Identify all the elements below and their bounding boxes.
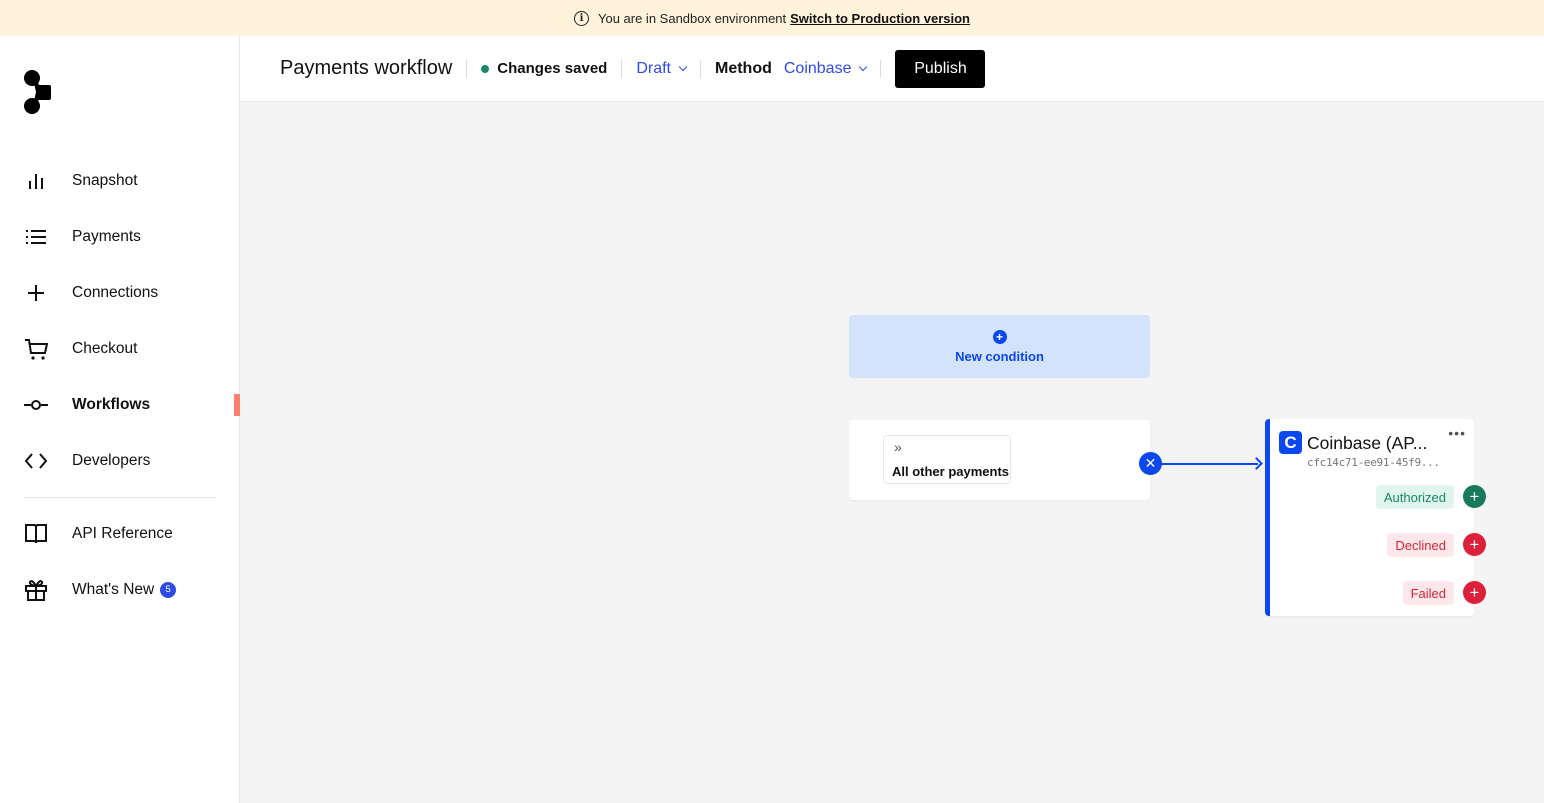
outcome-declined: Declined bbox=[1387, 533, 1454, 557]
version-dropdown[interactable]: Draft bbox=[636, 60, 688, 78]
book-icon bbox=[24, 522, 48, 546]
method-dropdown[interactable]: Coinbase bbox=[784, 60, 868, 78]
bar-chart-icon bbox=[24, 169, 48, 193]
status-dot-icon bbox=[481, 64, 490, 73]
chevron-down-icon bbox=[859, 62, 868, 71]
chevrons-right-icon: » bbox=[894, 439, 902, 455]
sidebar-item-checkout[interactable]: Checkout bbox=[0, 329, 240, 369]
divider bbox=[700, 59, 701, 78]
provider-id: cfc14c71-ee91-45f9... bbox=[1307, 456, 1440, 469]
condition-chip[interactable]: » All other payments bbox=[883, 435, 1011, 484]
workflow-icon bbox=[24, 393, 48, 417]
sidebar-item-whats-new[interactable]: What's New 5 bbox=[0, 570, 240, 610]
add-failed-step-button[interactable]: + bbox=[1463, 581, 1486, 604]
remove-connection-button[interactable]: ✕ bbox=[1139, 452, 1162, 475]
sidebar-item-snapshot[interactable]: Snapshot bbox=[0, 161, 240, 201]
condition-card: » All other payments bbox=[849, 420, 1150, 500]
divider bbox=[466, 59, 468, 78]
publish-button[interactable]: Publish bbox=[895, 49, 986, 88]
info-icon: i bbox=[573, 10, 589, 26]
sidebar-item-connections[interactable]: Connections bbox=[0, 273, 240, 313]
new-condition-button[interactable]: + New condition bbox=[849, 315, 1150, 378]
sidebar-item-developers[interactable]: Developers bbox=[0, 441, 240, 481]
code-icon bbox=[24, 449, 48, 473]
sandbox-message: You are in Sandbox environment bbox=[597, 10, 787, 26]
add-authorized-step-button[interactable]: + bbox=[1463, 485, 1486, 508]
sidebar-item-payments[interactable]: Payments bbox=[0, 217, 240, 257]
provider-card[interactable]: C Coinbase (AP... cfc14c71-ee91-45f9... … bbox=[1265, 419, 1474, 616]
nav-divider bbox=[24, 497, 216, 498]
provider-name: Coinbase (AP... bbox=[1307, 433, 1428, 453]
outcome-failed: Failed bbox=[1402, 581, 1454, 605]
gift-icon bbox=[24, 578, 48, 602]
more-options-icon[interactable]: ••• bbox=[1448, 425, 1466, 441]
notification-badge: 5 bbox=[160, 581, 177, 598]
plus-circle-icon: + bbox=[992, 330, 1007, 344]
cart-icon bbox=[24, 337, 48, 361]
sidebar-item-api-reference[interactable]: API Reference bbox=[0, 514, 240, 554]
whats-new-label: What's New 5 bbox=[72, 581, 177, 599]
brand-logo[interactable] bbox=[22, 68, 54, 116]
switch-production-link[interactable]: Switch to Production version bbox=[790, 11, 970, 26]
divider bbox=[621, 59, 623, 78]
method-label: Method bbox=[715, 59, 772, 77]
add-declined-step-button[interactable]: + bbox=[1463, 533, 1486, 556]
outcome-authorized: Authorized bbox=[1375, 485, 1454, 509]
sandbox-banner: i You are in Sandbox environment Switch … bbox=[0, 0, 1544, 36]
chevron-down-icon bbox=[678, 62, 688, 71]
divider bbox=[880, 59, 882, 78]
sidebar: Snapshot Payments Connections Checkout W… bbox=[0, 36, 240, 803]
page-title: Payments workflow bbox=[280, 57, 453, 79]
sidebar-item-workflows[interactable]: Workflows bbox=[0, 385, 240, 425]
list-icon bbox=[24, 225, 48, 249]
coinbase-logo-icon: C bbox=[1279, 431, 1302, 454]
plus-icon bbox=[24, 281, 48, 305]
save-status: Changes saved bbox=[481, 60, 607, 77]
connector-line bbox=[1160, 463, 1258, 465]
page-header: Payments workflow Changes saved Draft Me… bbox=[240, 36, 1544, 102]
